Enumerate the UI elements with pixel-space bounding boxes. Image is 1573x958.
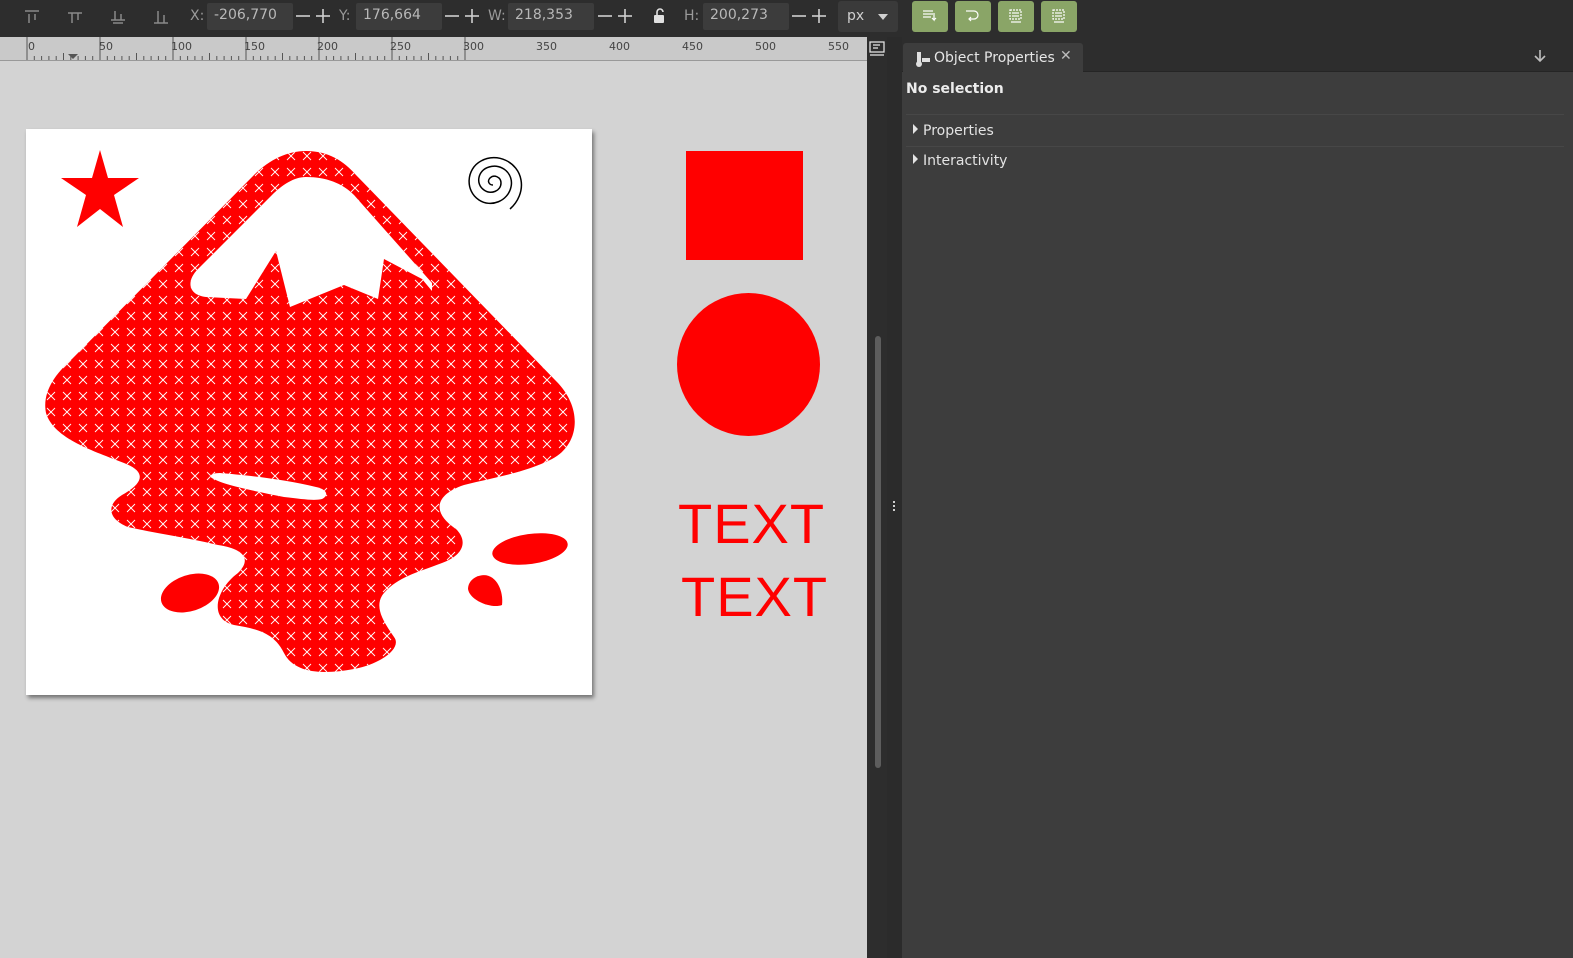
dock-menu-icon[interactable] [1531, 47, 1549, 65]
close-icon[interactable]: ✕ [1060, 48, 1072, 64]
h-increment-button[interactable] [809, 6, 829, 26]
snap-to-path-button[interactable] [912, 1, 948, 32]
y-input[interactable]: 176,664 [356, 3, 442, 30]
tool-controls-bar: X: -206,770 Y: 176,664 W: 218,353 H: 200… [0, 0, 1573, 37]
ruler-marker-icon [68, 54, 78, 59]
ruler-label: 200 [317, 40, 338, 53]
y-decrement-button[interactable] [442, 6, 462, 26]
ruler-ticks [26, 37, 466, 60]
text-object[interactable]: TEXT [678, 491, 825, 556]
ruler-label: 0 [28, 40, 35, 53]
triangle-right-icon [913, 124, 918, 134]
divider [906, 114, 1564, 115]
ruler-label: 100 [171, 40, 192, 53]
w-increment-button[interactable] [615, 6, 635, 26]
y-label: Y: [339, 8, 351, 24]
w-label: W: [488, 8, 506, 24]
unit-value: px [847, 8, 865, 24]
snap-to-path-icon [923, 10, 937, 22]
snap-grid-button[interactable] [1041, 1, 1077, 32]
scrollbar-thumb[interactable] [875, 336, 881, 768]
unit-dropdown[interactable]: px [838, 1, 898, 32]
dock-tab-bar: Object Properties ✕ [902, 37, 1573, 73]
w-decrement-button[interactable] [595, 6, 615, 26]
align-top-icon[interactable] [23, 8, 41, 26]
properties-expander[interactable]: Properties [913, 123, 994, 139]
align-bottom-icon[interactable] [109, 8, 127, 26]
splitter-grip-icon[interactable] [893, 501, 896, 513]
ruler-label: 450 [682, 40, 703, 53]
ruler-label: 250 [390, 40, 411, 53]
y-increment-button[interactable] [462, 6, 482, 26]
w-input[interactable]: 218,353 [508, 3, 594, 30]
x-increment-button[interactable] [313, 6, 333, 26]
x-label: X: [190, 8, 205, 24]
ruler-label: 400 [609, 40, 630, 53]
snap-rotate-button[interactable] [955, 1, 991, 32]
horizontal-ruler[interactable]: 0 50 100 150 200 250 300 350 400 450 500… [0, 37, 867, 61]
selection-status: No selection [906, 81, 1004, 97]
lock-ratio-icon[interactable] [652, 7, 670, 25]
snap-bbox-button[interactable] [998, 1, 1034, 32]
circle-shape[interactable] [677, 293, 820, 436]
h-input[interactable]: 200,273 [703, 3, 789, 30]
ruler-label: 350 [536, 40, 557, 53]
h-label: H: [684, 8, 700, 24]
snap-bbox-icon [1009, 9, 1022, 23]
inkscape-window: X: -206,770 Y: 176,664 W: 218,353 H: 200… [0, 0, 1573, 958]
h-decrement-button[interactable] [789, 6, 809, 26]
chevron-down-icon [878, 14, 888, 20]
interactivity-expander[interactable]: Interactivity [913, 153, 1007, 169]
align-center-vertical-icon[interactable] [66, 8, 84, 26]
panel-splitter[interactable] [887, 37, 902, 958]
square-shape[interactable] [686, 151, 803, 260]
expander-label: Interactivity [923, 153, 1008, 169]
ruler-label: 150 [244, 40, 265, 53]
text-object[interactable]: TEXT [681, 564, 828, 629]
triangle-right-icon [913, 154, 918, 164]
page [26, 129, 592, 695]
dock-panel: Object Properties ✕ No selection Propert… [902, 37, 1573, 958]
ruler-label: 50 [99, 40, 113, 53]
tab-object-properties[interactable]: Object Properties ✕ [903, 43, 1083, 73]
ruler-label: 500 [755, 40, 776, 53]
divider [906, 146, 1564, 147]
display-mode-icon [869, 41, 885, 56]
wrench-icon [916, 52, 930, 67]
tab-label: Object Properties [934, 50, 1055, 66]
expander-label: Properties [923, 123, 994, 139]
snap-grid-icon [1052, 9, 1065, 23]
x-decrement-button[interactable] [293, 6, 313, 26]
align-baseline-icon[interactable] [152, 8, 170, 26]
ruler-label: 300 [463, 40, 484, 53]
ruler-label: 550 [828, 40, 849, 53]
snap-rotate-icon [966, 10, 979, 22]
canvas[interactable]: TEXT TEXT [0, 61, 867, 958]
x-input[interactable]: -206,770 [207, 3, 293, 30]
inkscape-logo-shape[interactable] [44, 149, 579, 675]
